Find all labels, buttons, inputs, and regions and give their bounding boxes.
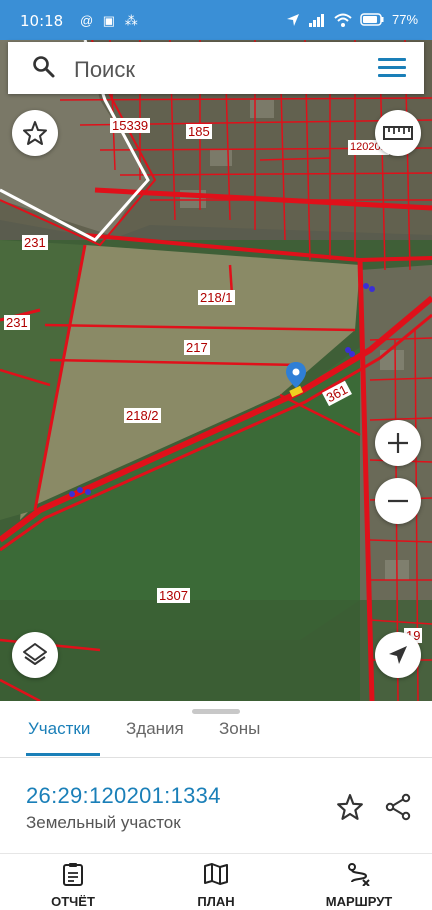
- location-pin-icon[interactable]: [284, 362, 308, 398]
- tab-zones[interactable]: Зоны: [219, 719, 260, 739]
- star-icon: [23, 121, 47, 145]
- wifi-icon: [334, 13, 352, 27]
- bottom-navigation: ОТЧЁТ ПЛАН МАРШРУТ: [0, 853, 432, 910]
- status-time: 10:18: [20, 12, 64, 30]
- search-bar[interactable]: Поиск: [8, 42, 424, 94]
- object-type: Земельный участок: [26, 813, 181, 832]
- active-tab-indicator: [26, 753, 100, 756]
- location-arrow-icon: [286, 13, 299, 26]
- route-icon: [348, 863, 370, 887]
- status-bar: 10:18 @ ▣ ⁂ 77%: [0, 0, 432, 40]
- nav-route-button[interactable]: МАРШРУТ: [304, 862, 414, 909]
- cadastral-number-link[interactable]: 26:29:120201:1334: [26, 783, 221, 809]
- notification-icons: @ ▣ ⁂: [80, 13, 141, 28]
- plus-icon: [388, 433, 408, 453]
- parcel-label[interactable]: 1307: [157, 588, 190, 603]
- map-view[interactable]: 15339 185 120201 231 231 218/1 217 218/2…: [0, 40, 432, 701]
- ruler-button[interactable]: [375, 110, 421, 156]
- nav-plan-button[interactable]: ПЛАН: [161, 862, 271, 909]
- signal-icon: [308, 13, 324, 27]
- divider: [0, 757, 432, 758]
- menu-icon: [378, 58, 406, 61]
- parcel-label[interactable]: 15339: [110, 118, 151, 133]
- search-input[interactable]: Поиск: [74, 57, 135, 83]
- ruler-icon: [383, 126, 413, 140]
- parcel-label[interactable]: 217: [184, 340, 210, 355]
- map-fold-icon: [204, 863, 228, 885]
- my-location-button[interactable]: [375, 632, 421, 678]
- zoom-out-button[interactable]: [375, 478, 421, 524]
- bottom-sheet: Участки Здания Зоны 26:29:120201:1334 Зе…: [0, 701, 432, 857]
- nav-report-button[interactable]: ОТЧЁТ: [18, 862, 128, 909]
- parcel-label[interactable]: 218/1: [198, 290, 235, 305]
- sheet-drag-handle[interactable]: [192, 709, 240, 714]
- layers-icon: [23, 643, 47, 665]
- zoom-in-button[interactable]: [375, 420, 421, 466]
- search-icon: [33, 56, 55, 78]
- clipboard-icon: [63, 863, 83, 886]
- navigation-arrow-icon: [389, 646, 407, 664]
- tab-buildings[interactable]: Здания: [126, 719, 184, 739]
- nav-plan-label: ПЛАН: [197, 894, 235, 909]
- minus-icon: [388, 499, 408, 503]
- status-right-icons: 77%: [286, 12, 418, 27]
- parcel-label[interactable]: 185: [186, 124, 212, 139]
- nav-route-label: МАРШРУТ: [325, 894, 393, 909]
- battery-percent: 77%: [391, 12, 418, 27]
- parcel-label[interactable]: 231: [4, 315, 30, 330]
- parcel-label[interactable]: 218/2: [124, 408, 161, 423]
- menu-button[interactable]: [378, 58, 406, 78]
- battery-icon: [360, 13, 384, 26]
- star-icon[interactable]: [336, 793, 364, 821]
- parcel-label[interactable]: 231: [22, 235, 48, 250]
- favorite-button[interactable]: [12, 110, 58, 156]
- share-icon[interactable]: [384, 793, 412, 821]
- tab-parcels[interactable]: Участки: [28, 719, 90, 739]
- layers-button[interactable]: [12, 632, 58, 678]
- nav-report-label: ОТЧЁТ: [51, 894, 95, 909]
